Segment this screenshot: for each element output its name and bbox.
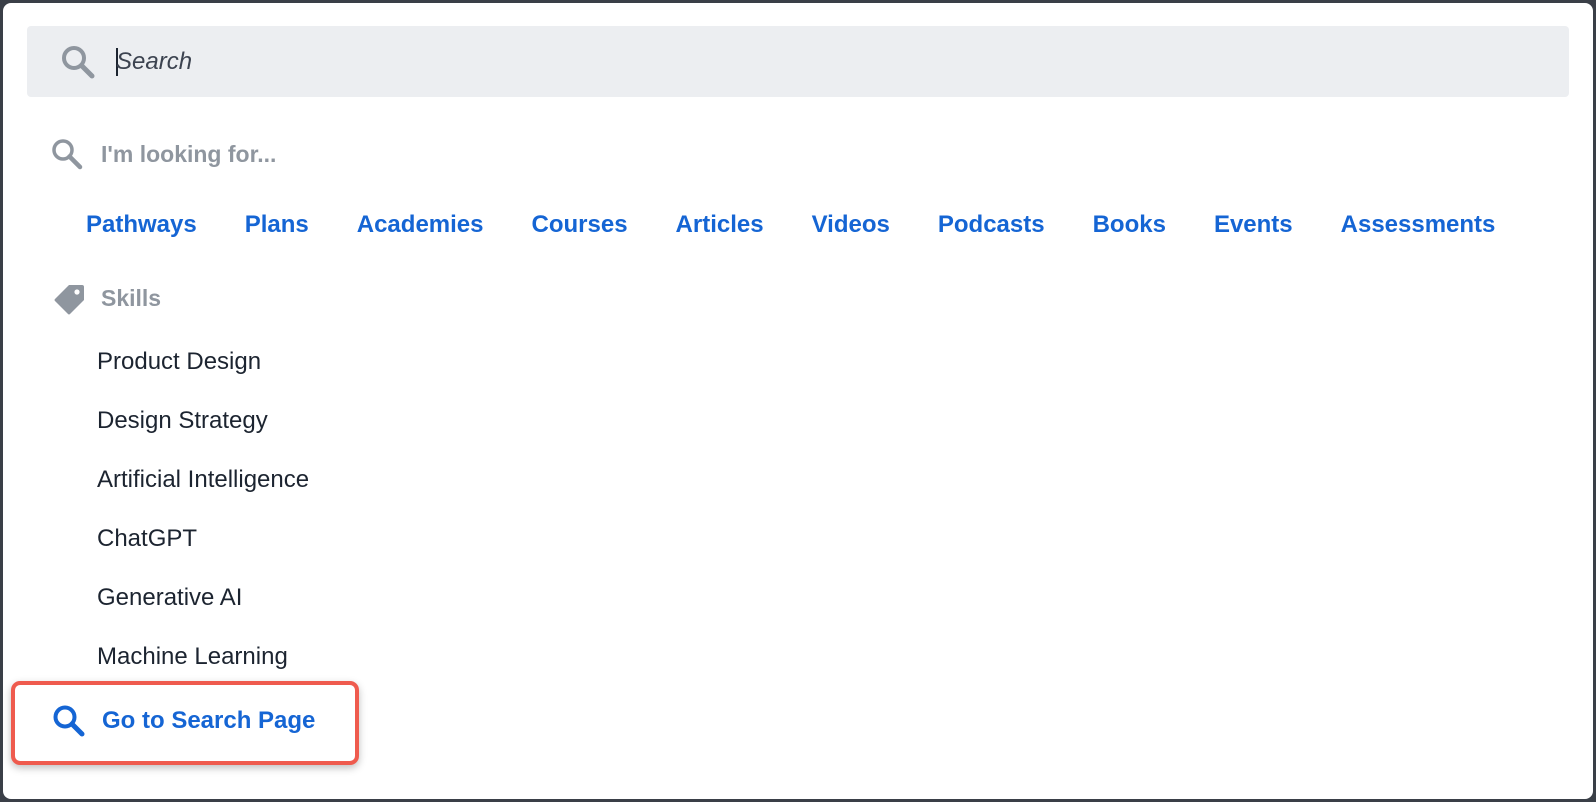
content-type-links: Pathways Plans Academies Courses Article… — [86, 208, 1543, 242]
skill-item-artificial-intelligence[interactable]: Artificial Intelligence — [97, 460, 309, 519]
search-icon — [62, 46, 95, 79]
go-to-search-page-button[interactable]: Go to Search Page — [11, 681, 359, 765]
search-dropdown-panel: I'm looking for... Pathways Plans Academ… — [3, 3, 1593, 799]
search-bar[interactable] — [27, 26, 1569, 97]
content-type-link-videos[interactable]: Videos — [812, 208, 890, 242]
content-type-link-assessments[interactable]: Assessments — [1341, 208, 1496, 242]
search-icon — [53, 705, 85, 737]
skill-item-design-strategy[interactable]: Design Strategy — [97, 401, 309, 460]
content-type-link-pathways[interactable]: Pathways — [86, 208, 197, 242]
content-type-link-podcasts[interactable]: Podcasts — [938, 208, 1045, 242]
content-type-link-plans[interactable]: Plans — [245, 208, 309, 242]
go-to-search-page-label: Go to Search Page — [102, 707, 316, 734]
content-type-link-books[interactable]: Books — [1093, 208, 1166, 242]
skill-item-product-design[interactable]: Product Design — [97, 342, 309, 401]
content-type-link-events[interactable]: Events — [1214, 208, 1293, 242]
search-icon — [52, 139, 83, 170]
search-input[interactable] — [116, 42, 1536, 82]
content-type-link-courses[interactable]: Courses — [532, 208, 628, 242]
skill-item-chatgpt[interactable]: ChatGPT — [97, 519, 309, 578]
content-type-link-academies[interactable]: Academies — [357, 208, 484, 242]
skill-item-generative-ai[interactable]: Generative AI — [97, 578, 309, 637]
tag-icon — [54, 285, 84, 315]
skills-list: Product Design Design Strategy Artificia… — [97, 342, 309, 696]
skills-heading: Skills — [101, 285, 162, 311]
looking-for-label: I'm looking for... — [101, 141, 277, 167]
content-type-link-articles[interactable]: Articles — [676, 208, 764, 242]
